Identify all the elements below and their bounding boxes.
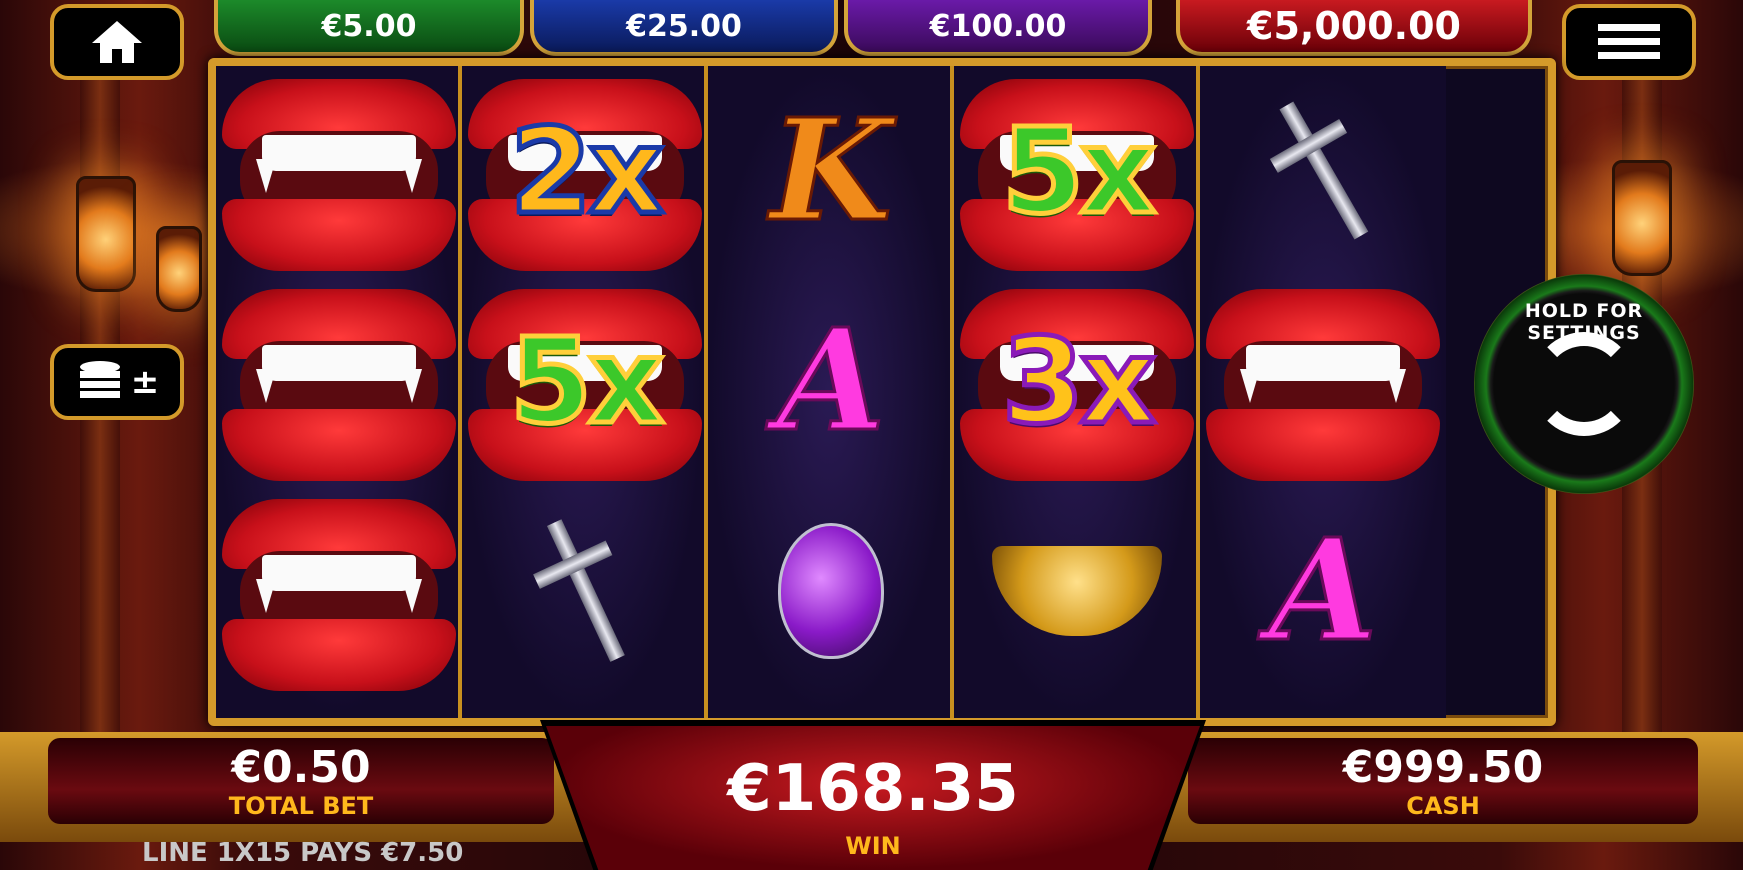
lantern-right: [1612, 160, 1672, 276]
symbol-multiplier-2x: 2x: [462, 66, 708, 276]
refresh-arrows-icon: [1532, 332, 1636, 436]
symbol-multiplier-5x: 5x: [462, 276, 708, 486]
symbol-cross: [1200, 66, 1446, 276]
symbol-k: K: [769, 89, 894, 253]
symbol-lips: [216, 486, 462, 696]
hamburger-menu-icon: [1598, 24, 1660, 59]
total-bet-label: TOTAL BET: [228, 792, 374, 820]
reel-5: A: [1200, 66, 1446, 718]
cash-value: €999.50: [1342, 742, 1544, 793]
lantern-left-small: [156, 226, 202, 312]
line-win-info: LINE 1X15 PAYS €7.50: [142, 838, 464, 868]
total-bet-value: €0.50: [231, 742, 371, 793]
reel-2: 2x 5x: [462, 66, 708, 718]
lantern-left: [76, 176, 136, 292]
symbol-multiplier-3x: 3x: [954, 276, 1200, 486]
home-button[interactable]: [50, 4, 184, 80]
symbol-cross: [462, 486, 708, 696]
spin-button[interactable]: HOLD FOR SETTINGS: [1474, 274, 1694, 494]
jackpot-mini: €5.00: [214, 0, 524, 56]
bet-adjust-button[interactable]: ±: [50, 344, 184, 420]
symbol-lips: [216, 66, 462, 276]
reel-3: K A: [708, 66, 954, 718]
symbol-a: A: [1267, 509, 1379, 673]
jackpot-grand: €5,000.00: [1176, 0, 1532, 56]
jackpot-minor: €25.00: [530, 0, 838, 56]
symbol-a: A: [775, 299, 887, 463]
symbol-potion: [708, 486, 954, 696]
cash-label: CASH: [1406, 792, 1480, 820]
win-value: €168.35: [727, 752, 1019, 826]
plus-minus-icon: ±: [130, 362, 160, 402]
symbol-multiplier-5x: 5x: [954, 66, 1200, 276]
reel-1: [216, 66, 462, 718]
reel-4: 5x 3x: [954, 66, 1200, 718]
reel-frame: 2x 5x K A 5x 3x A: [208, 58, 1556, 726]
symbol-lips: [1200, 276, 1446, 486]
menu-button[interactable]: [1562, 4, 1696, 80]
symbol-necklace: [954, 486, 1200, 696]
win-label: WIN: [845, 832, 901, 860]
symbol-lips: [216, 276, 462, 486]
jackpot-major: €100.00: [844, 0, 1152, 56]
home-icon: [92, 21, 142, 63]
coin-stack-icon: [79, 361, 120, 398]
